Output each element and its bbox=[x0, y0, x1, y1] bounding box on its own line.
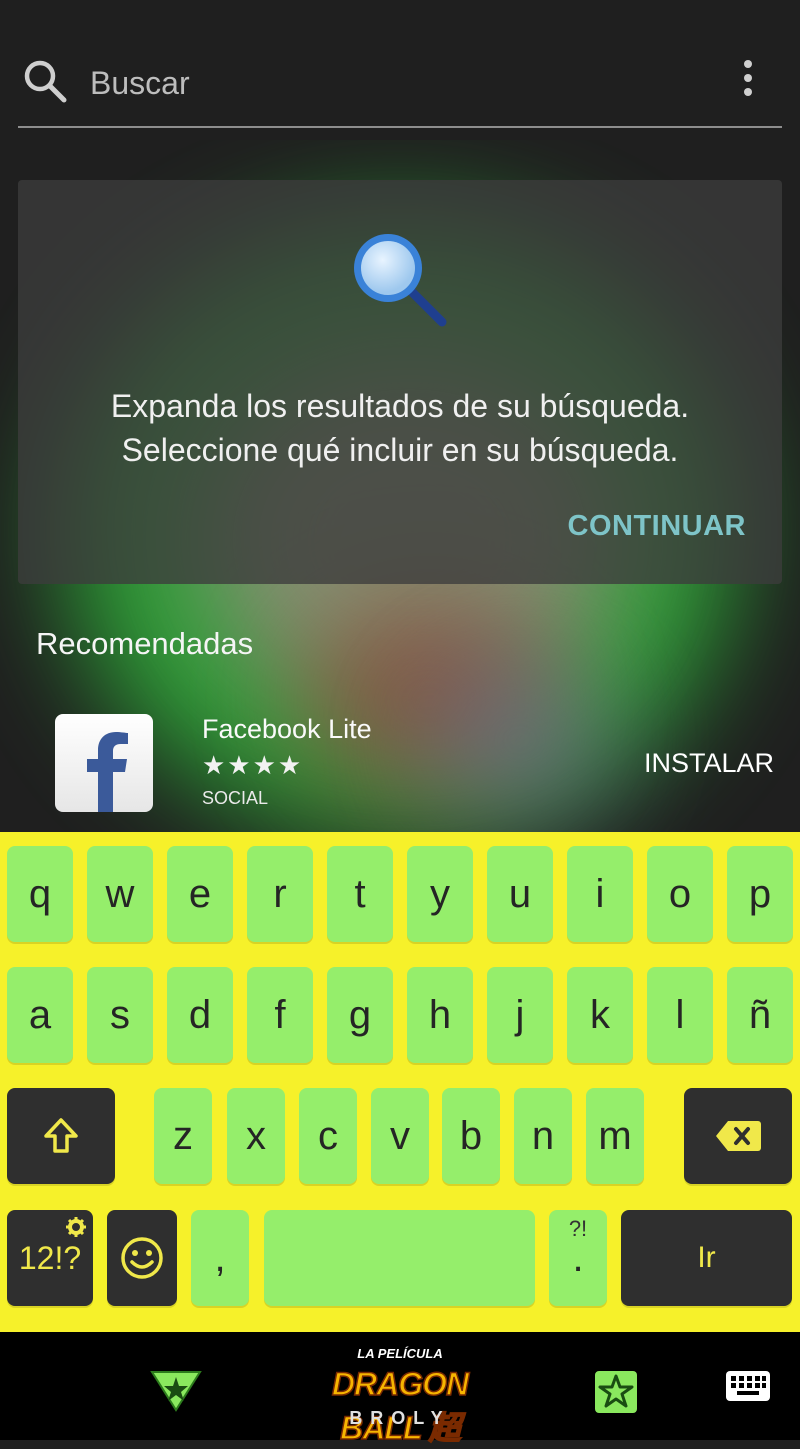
key-g[interactable]: g bbox=[327, 967, 393, 1063]
symbols-key[interactable]: 12!? bbox=[7, 1210, 93, 1306]
period-key-hint: ?! bbox=[568, 1216, 588, 1241]
key-a[interactable]: a bbox=[7, 967, 73, 1063]
backspace-key[interactable] bbox=[684, 1088, 792, 1184]
key-x[interactable]: x bbox=[227, 1088, 285, 1184]
expand-message-line2: Seleccione qué incluir en su búsqueda. bbox=[121, 432, 679, 468]
key-n[interactable]: n bbox=[514, 1088, 572, 1184]
dragon-ball-logo: LA PELÍCULA DRAGON BALL 超 BROLY bbox=[310, 1340, 490, 1447]
backspace-icon bbox=[716, 1121, 761, 1151]
overflow-menu-icon[interactable] bbox=[738, 60, 758, 102]
facebook-lite-icon[interactable] bbox=[55, 714, 153, 812]
emoji-key[interactable] bbox=[107, 1210, 177, 1306]
search-icon[interactable] bbox=[22, 58, 68, 104]
key-s[interactable]: s bbox=[87, 967, 153, 1063]
key-u[interactable]: u bbox=[487, 846, 553, 942]
app-name[interactable]: Facebook Lite bbox=[202, 714, 372, 745]
key-h[interactable]: h bbox=[407, 967, 473, 1063]
key-d[interactable]: d bbox=[167, 967, 233, 1063]
search-input[interactable] bbox=[88, 60, 652, 106]
wallpaper-glow bbox=[420, 660, 620, 820]
expand-search-message: Expanda los resultados de su búsqueda. S… bbox=[18, 384, 782, 472]
key-k[interactable]: k bbox=[567, 967, 633, 1063]
continue-button[interactable]: CONTINUAR bbox=[568, 510, 747, 543]
keyboard-icon[interactable] bbox=[725, 1370, 771, 1402]
key-r[interactable]: r bbox=[247, 846, 313, 942]
shift-arrow-icon bbox=[44, 1118, 78, 1153]
comma-key[interactable]: , bbox=[191, 1210, 249, 1306]
app-rating-stars: ★★★★ bbox=[202, 750, 304, 780]
go-button[interactable]: Ir bbox=[621, 1210, 792, 1306]
magnifier-icon bbox=[354, 234, 447, 327]
period-key[interactable]: ?! . bbox=[549, 1210, 607, 1306]
key-w[interactable]: w bbox=[87, 846, 153, 942]
key-v[interactable]: v bbox=[371, 1088, 429, 1184]
key-c[interactable]: c bbox=[299, 1088, 357, 1184]
emoji-smiley-icon bbox=[121, 1237, 163, 1279]
key-b[interactable]: b bbox=[442, 1088, 500, 1184]
key-o[interactable]: o bbox=[647, 846, 713, 942]
key-m[interactable]: m bbox=[586, 1088, 644, 1184]
app-category: SOCIAL bbox=[202, 788, 269, 808]
key-l[interactable]: l bbox=[647, 967, 713, 1063]
navigation-bar: LA PELÍCULA DRAGON BALL 超 BROLY bbox=[0, 1332, 800, 1447]
key-z[interactable]: z bbox=[154, 1088, 212, 1184]
triangle-star-icon[interactable] bbox=[150, 1368, 202, 1412]
key-p[interactable]: p bbox=[727, 846, 793, 942]
expand-search-card: Expanda los resultados de su búsqueda. S… bbox=[18, 180, 782, 584]
period-key-label: . bbox=[572, 1235, 584, 1280]
key-q[interactable]: q bbox=[7, 846, 73, 942]
key-enye[interactable]: ñ bbox=[727, 967, 793, 1063]
settings-gear-icon bbox=[66, 1217, 86, 1237]
key-f[interactable]: f bbox=[247, 967, 313, 1063]
key-i[interactable]: i bbox=[567, 846, 633, 942]
recommended-title: Recomendadas bbox=[36, 626, 254, 661]
expand-message-line1: Expanda los resultados de su búsqueda. bbox=[110, 388, 690, 424]
install-button[interactable]: INSTALAR bbox=[644, 748, 774, 779]
logo-subtitle: LA PELÍCULA bbox=[357, 1346, 443, 1361]
facebook-icon bbox=[87, 732, 128, 812]
symbols-key-label: 12!? bbox=[18, 1239, 82, 1276]
keyboard: q w e r t y u i o p a s d f g h j k l ñ … bbox=[0, 832, 800, 1332]
space-bar[interactable] bbox=[264, 1210, 535, 1306]
logo-broly: BROLY bbox=[349, 1408, 451, 1428]
shift-key[interactable] bbox=[7, 1088, 115, 1184]
key-y[interactable]: y bbox=[407, 846, 473, 942]
search-bar bbox=[18, 40, 782, 128]
key-e[interactable]: e bbox=[167, 846, 233, 942]
key-t[interactable]: t bbox=[327, 846, 393, 942]
star-square-icon[interactable] bbox=[594, 1370, 638, 1414]
key-j[interactable]: j bbox=[487, 967, 553, 1063]
